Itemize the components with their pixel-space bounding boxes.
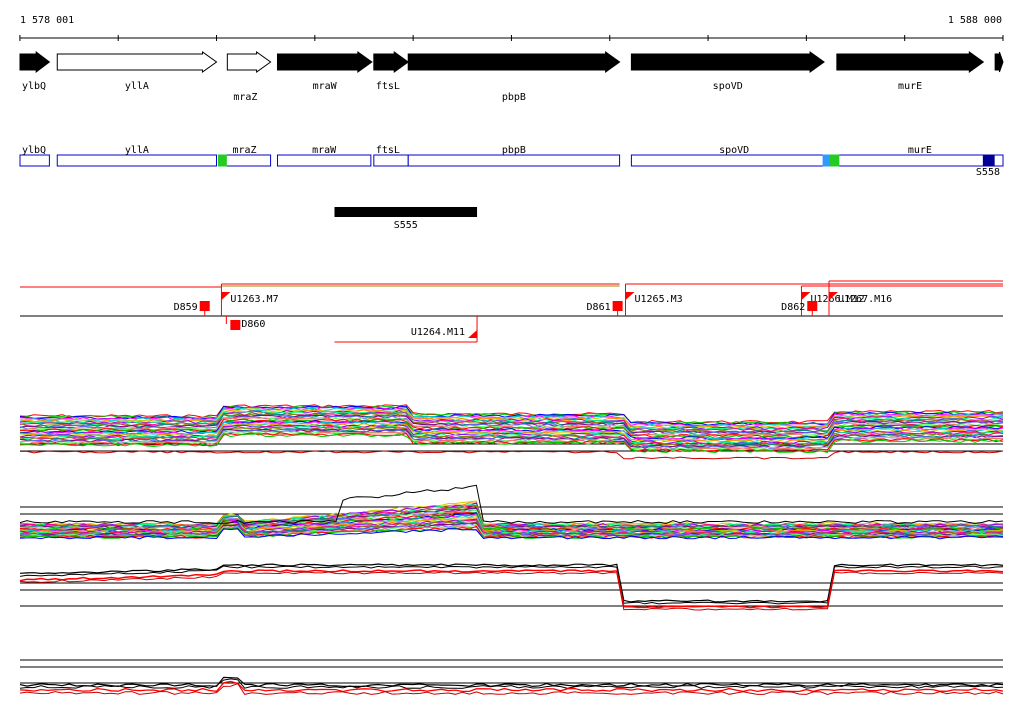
annotation-box	[836, 154, 1004, 167]
annotation-label: murE	[908, 145, 932, 156]
annotation-label: spoVD	[719, 145, 749, 156]
expression-profile-line	[19, 571, 1004, 611]
segment-track: S555	[334, 207, 478, 231]
segment-label: S555	[394, 220, 418, 231]
expression-profile-line	[19, 484, 1004, 525]
annotation-label: mraW	[312, 145, 337, 156]
downshift-label: D860	[241, 319, 265, 330]
gene-label: ftsL	[376, 81, 400, 92]
genome-browser-view: 1 578 001 1 588 000 ylbQ yllA mraZ mraW ftsL…	[19, 15, 1004, 696]
annotation-box	[407, 154, 621, 167]
gene-arrow	[994, 51, 1004, 73]
gene-label: mraZ	[233, 92, 257, 103]
gene-arrow	[19, 50, 51, 74]
downshift-label: D861	[587, 302, 611, 313]
annotation-marker	[217, 154, 227, 167]
transcript-label: U1264.M11	[411, 327, 465, 338]
annotation-marker	[982, 154, 995, 167]
annotation-marker	[829, 154, 840, 167]
annotation-box	[19, 154, 50, 167]
ruler-start-label: 1 578 001	[20, 15, 74, 26]
annotation-track: ylbQ yllA mraZ mraW ftsL pbpB spoVD murE S558	[19, 145, 1004, 178]
expression-profile-line	[19, 569, 1004, 609]
transcript-label: U1265.M3	[634, 294, 682, 305]
transcript-track: U1263.M7 U1265.M3 U1266.M12U1267.M16U1264.…	[20, 280, 1003, 343]
gene-label: pbpB	[502, 92, 526, 103]
expression-profile-line	[19, 676, 1004, 688]
gene-label: ylbQ	[22, 81, 46, 92]
annotation-box	[56, 154, 218, 167]
coordinate-ruler: 1 578 001 1 588 000	[19, 15, 1004, 41]
gene-arrow	[630, 51, 825, 73]
gene-arrow	[226, 51, 272, 73]
transcript-label: U1267.M16	[838, 294, 892, 305]
expression-profiles	[19, 404, 1004, 696]
gene-label: murE	[898, 81, 922, 92]
ruler-end-label: 1 588 000	[948, 15, 1002, 26]
annotation-label: pbpB	[502, 145, 526, 156]
segment-bar	[334, 207, 478, 217]
expression-profile-line	[20, 450, 1004, 460]
transcript-start-flag	[625, 292, 635, 300]
annotation-marker	[822, 154, 831, 167]
annotation-label: ftsL	[376, 145, 400, 156]
gene-label: mraW	[313, 81, 338, 92]
annotation-label: yllA	[125, 145, 149, 156]
gene-arrow	[407, 51, 621, 73]
transcript-label: U1263.M7	[230, 294, 278, 305]
annotation-label: ylbQ	[22, 145, 46, 156]
transcript-start-flag	[801, 292, 811, 300]
gene-arrow	[56, 51, 218, 73]
downshift-marker	[230, 320, 241, 330]
site-label: S558	[976, 167, 1000, 178]
gene-arrow	[373, 51, 410, 73]
annotation-label: mraZ	[232, 145, 256, 156]
transcript-start-flag	[468, 330, 478, 338]
gene-track: ylbQ yllA mraZ mraW ftsL pbpB spoVD murE	[19, 50, 1004, 103]
transcript-start-flag	[221, 292, 231, 300]
downshift-label: D859	[174, 302, 198, 313]
gene-arrow	[276, 51, 373, 73]
annotation-box	[276, 154, 372, 167]
downshift-label: D862	[781, 302, 805, 313]
annotation-box	[373, 154, 409, 167]
annotation-box	[630, 154, 838, 167]
gene-arrow	[836, 51, 985, 73]
gene-label: spoVD	[713, 81, 743, 92]
gene-label: yllA	[125, 81, 149, 92]
